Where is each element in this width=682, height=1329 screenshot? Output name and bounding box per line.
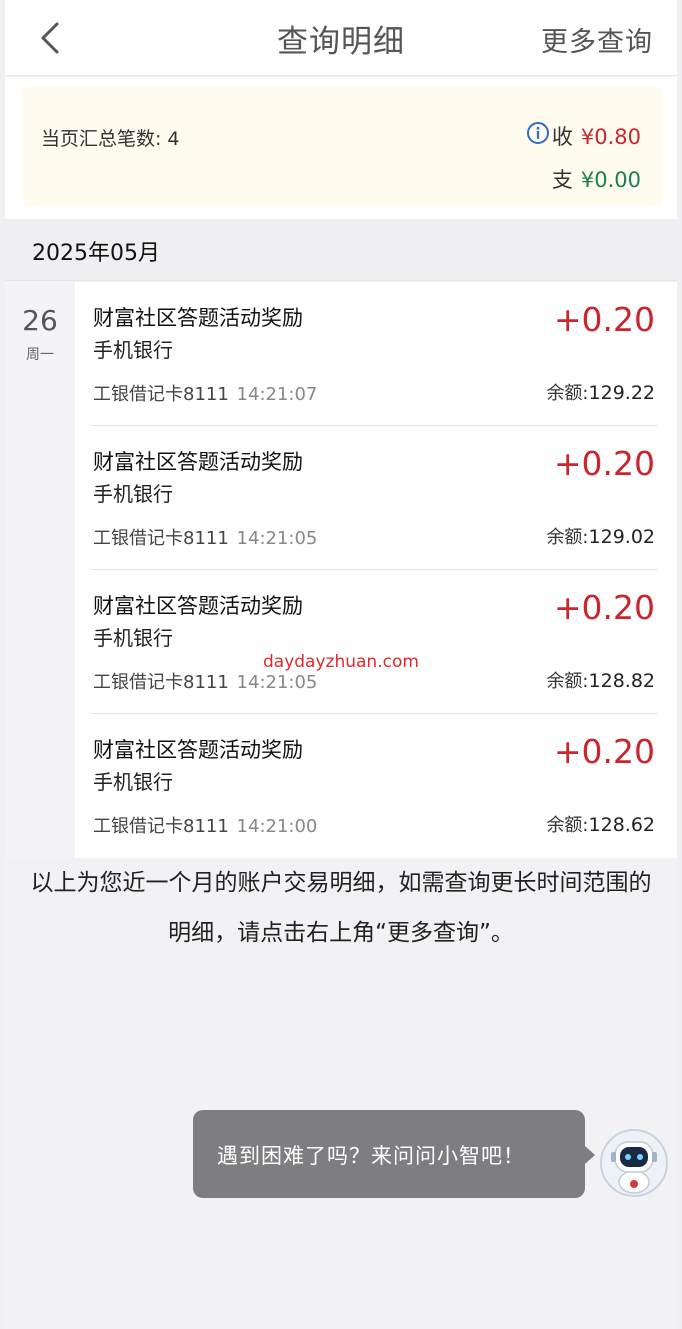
- expense-summary: 支 ¥0.00: [552, 164, 641, 194]
- card-name: 工银借记卡8111: [93, 384, 229, 405]
- transaction-card: 工银借记卡8111 14:21:07: [93, 380, 317, 406]
- transaction-item[interactable]: 财富社区答题活动奖励 手机银行 +0.20 工银借记卡8111 14:21:05…: [91, 570, 657, 714]
- expense-label: 支: [551, 168, 573, 192]
- balance-value: 129.02: [588, 526, 655, 548]
- watermark-text: daydayzhuan.com: [263, 652, 419, 672]
- transaction-amount: +0.20: [553, 444, 655, 483]
- footer-note: 以上为您近一个月的账户交易明细，如需查询更长时间范围的明细，请点击右上角“更多查…: [30, 870, 652, 946]
- balance-value: 129.22: [588, 382, 655, 404]
- transaction-amount: +0.20: [553, 732, 655, 771]
- income-summary: 收 ¥0.80: [552, 121, 641, 151]
- transaction-title: 财富社区答题活动奖励: [93, 594, 303, 618]
- page: 查询明细 更多查询 当页汇总笔数: 4 收 ¥0.80 支 ¥0.00 2025年05…: [5, 0, 677, 1329]
- transaction-balance: 余额:128.82: [546, 667, 655, 693]
- balance-label: 余额:: [546, 671, 589, 692]
- transaction-title: 财富社区答题活动奖励: [93, 306, 303, 330]
- income-amount: ¥0.80: [580, 125, 641, 149]
- transaction-item[interactable]: 财富社区答题活动奖励 手机银行 +0.20 工银借记卡8111 14:21:05…: [91, 426, 657, 570]
- transaction-list: 26 周一 财富社区答题活动奖励 手机银行 +0.20 工银借记卡8111 14…: [5, 282, 677, 858]
- balance-value: 128.82: [588, 670, 655, 692]
- balance-label: 余额:: [546, 383, 589, 404]
- transaction-balance: 余额:128.62: [546, 811, 655, 837]
- summary-count: 当页汇总笔数: 4: [41, 124, 180, 151]
- summary-section: 当页汇总笔数: 4 收 ¥0.80 支 ¥0.00: [5, 77, 677, 219]
- expense-amount: ¥0.00: [580, 168, 641, 192]
- assistant-tip-bubble[interactable]: 遇到困难了吗？来问问小智吧！: [193, 1110, 595, 1198]
- transaction-channel: 手机银行: [93, 626, 173, 650]
- transaction-channel: 手机银行: [93, 482, 173, 506]
- transaction-balance: 余额:129.22: [546, 379, 655, 405]
- assistant-tip-text: 遇到困难了吗？来问问小智吧！: [217, 1144, 525, 1168]
- back-chevron-icon[interactable]: [33, 18, 73, 58]
- income-label: 收: [551, 125, 573, 149]
- transaction-card: 工银借记卡8111 14:21:00: [93, 812, 317, 838]
- transaction-time: 14:21:05: [236, 528, 318, 549]
- info-icon[interactable]: [526, 121, 550, 145]
- transaction-amount: +0.20: [553, 300, 655, 339]
- month-header: 2025年05月: [5, 219, 677, 281]
- card-name: 工银借记卡8111: [93, 672, 229, 693]
- assistant-robot-icon[interactable]: [599, 1128, 669, 1198]
- month-label: 2025年05月: [32, 241, 160, 266]
- transaction-balance: 余额:129.02: [546, 523, 655, 549]
- header-bar: 查询明细 更多查询: [5, 0, 677, 76]
- day-number: 26: [22, 304, 58, 337]
- transaction-channel: 手机银行: [93, 338, 173, 362]
- summary-count-value: 4: [167, 128, 180, 150]
- transaction-amount: +0.20: [553, 588, 655, 627]
- transaction-item[interactable]: 财富社区答题活动奖励 手机银行 +0.20 工银借记卡8111 14:21:00…: [91, 714, 657, 858]
- transaction-item[interactable]: 财富社区答题活动奖励 手机银行 +0.20 工银借记卡8111 14:21:07…: [91, 282, 657, 426]
- transaction-title: 财富社区答题活动奖励: [93, 450, 303, 474]
- summary-count-label: 当页汇总笔数:: [41, 128, 162, 150]
- transaction-time: 14:21:05: [236, 672, 318, 693]
- balance-value: 128.62: [588, 814, 655, 836]
- card-name: 工银借记卡8111: [93, 528, 229, 549]
- transaction-card: 工银借记卡8111 14:21:05: [93, 524, 317, 550]
- balance-label: 余额:: [546, 527, 589, 548]
- transaction-time: 14:21:00: [236, 816, 318, 837]
- balance-label: 余额:: [546, 815, 589, 836]
- more-query-button[interactable]: 更多查询: [541, 20, 653, 59]
- transaction-channel: 手机银行: [93, 770, 173, 794]
- date-column: 26 周一: [5, 282, 75, 858]
- transaction-title: 财富社区答题活动奖励: [93, 738, 303, 762]
- weekday-label: 周一: [26, 347, 54, 363]
- transaction-time: 14:21:07: [236, 384, 318, 405]
- card-name: 工银借记卡8111: [93, 816, 229, 837]
- summary-card: 当页汇总笔数: 4 收 ¥0.80 支 ¥0.00: [23, 87, 663, 205]
